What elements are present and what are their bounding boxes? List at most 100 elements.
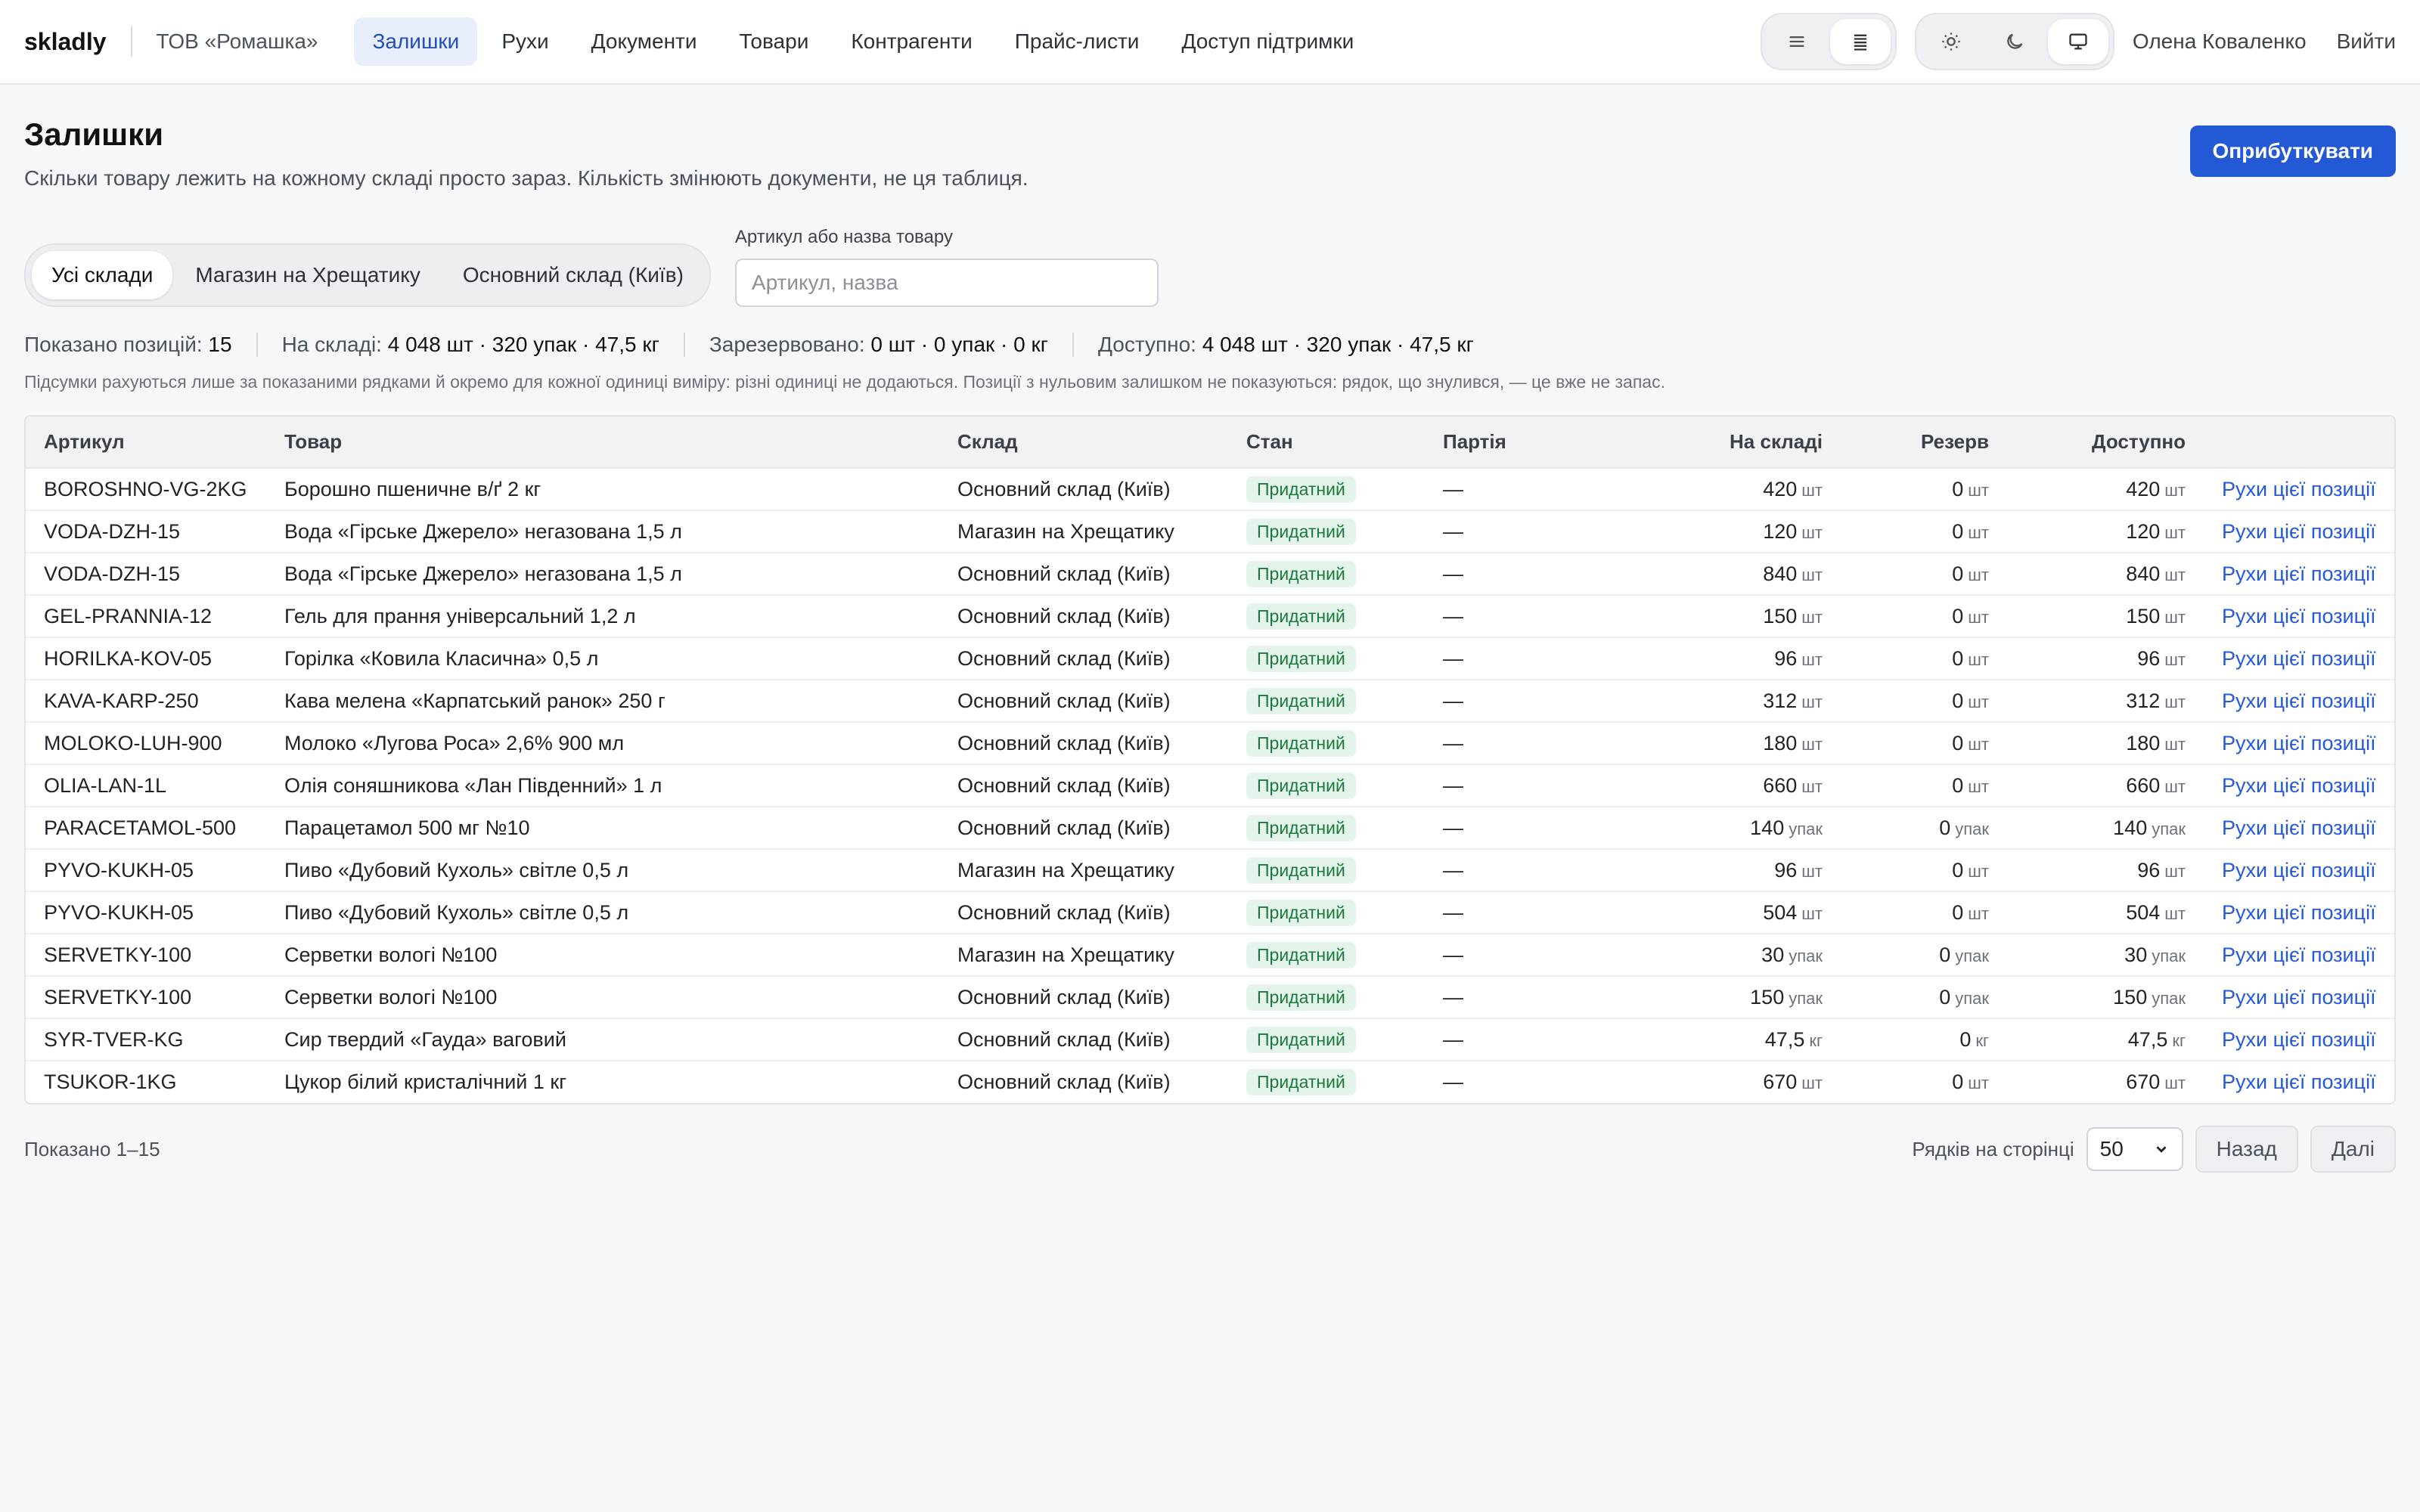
item-movements-link[interactable]: Рухи цієї позиції	[2222, 478, 2376, 500]
brand-logo[interactable]: skladly	[24, 28, 107, 56]
table-row: MOLOKO-LUH-900 Молоко «Лугова Роса» 2,6% …	[26, 722, 2394, 765]
available-cell: 180 шт	[2007, 722, 2204, 765]
state-cell: Придатний	[1228, 722, 1425, 765]
item-movements-link[interactable]: Рухи цієї позиції	[2222, 774, 2376, 797]
divider	[683, 333, 685, 357]
status-badge: Придатний	[1246, 645, 1356, 672]
receive-goods-button[interactable]: Оприбуткувати	[2189, 125, 2396, 177]
table-row: TSUKOR-1KG Цукор білий кристалічний 1 кг О…	[26, 1061, 2394, 1103]
state-cell: Придатний	[1228, 637, 1425, 680]
column-header-reserve[interactable]: Резерв	[1841, 417, 2007, 469]
system-theme-button[interactable]	[2047, 19, 2108, 64]
reserve-cell: 0 шт	[1841, 722, 2007, 765]
reserve-cell: 0 упак	[1841, 934, 2007, 977]
page-header: Залишки Скільки товару лежить на кожному…	[24, 85, 2396, 191]
column-header-state[interactable]: Стан	[1228, 417, 1425, 469]
in-stock-value: 660	[1763, 773, 1798, 797]
warehouse-cell: Основний склад (Київ)	[939, 553, 1228, 596]
nav-item-support-access[interactable]: Доступ підтримки	[1163, 17, 1372, 66]
batch-cell: —	[1425, 595, 1614, 638]
sun-icon	[1942, 33, 1960, 51]
tab-main-warehouse-kyiv[interactable]: Основний склад (Київ)	[443, 251, 703, 299]
nav-item-products[interactable]: Товари	[721, 17, 827, 66]
item-movements-link[interactable]: Рухи цієї позиції	[2222, 943, 2376, 966]
reserve-value: 0	[1939, 985, 1951, 1009]
nav-item-counterparties[interactable]: Контрагенти	[833, 17, 990, 66]
stock-table: Артикул Товар Склад Стан Партія На склад…	[24, 415, 2396, 1105]
column-header-sku[interactable]: Артикул	[26, 417, 266, 469]
table-row: PYVO-KUKH-05 Пиво «Дубовий Кухоль» світле…	[26, 849, 2394, 892]
reserve-value: 0	[1952, 562, 1964, 585]
unit-label: шт	[1968, 522, 1989, 542]
nav-item-stock[interactable]: Залишки	[354, 17, 478, 66]
column-header-product[interactable]: Товар	[266, 417, 939, 469]
rows-per-page-label: Рядків на сторінці	[1912, 1137, 2074, 1160]
item-movements-link[interactable]: Рухи цієї позиції	[2222, 689, 2376, 712]
state-cell: Придатний	[1228, 1061, 1425, 1103]
divider	[1072, 333, 1074, 357]
tab-khreshchatyk-store[interactable]: Магазин на Хрещатику	[175, 251, 439, 299]
item-movements-link[interactable]: Рухи цієї позиції	[2222, 1070, 2376, 1093]
reserve-value: 0	[1952, 604, 1964, 627]
list-view-button[interactable]	[1767, 19, 1827, 64]
unit-label: упак	[2152, 946, 2186, 965]
state-cell: Придатний	[1228, 891, 1425, 934]
column-header-warehouse[interactable]: Склад	[939, 417, 1228, 469]
logout-button[interactable]: Вийти	[2337, 29, 2396, 54]
in-stock-cell: 312 шт	[1614, 680, 1841, 723]
in-stock-cell: 670 шт	[1614, 1061, 1841, 1103]
column-header-available[interactable]: Доступно	[2007, 417, 2204, 469]
list-icon	[1789, 36, 1804, 47]
item-movements-link[interactable]: Рухи цієї позиції	[2222, 901, 2376, 924]
item-movements-link[interactable]: Рухи цієї позиції	[2222, 859, 2376, 881]
item-movements-link[interactable]: Рухи цієї позиції	[2222, 1028, 2376, 1051]
column-header-in-stock[interactable]: На складі	[1614, 417, 1841, 469]
reserve-value: 0	[1952, 773, 1964, 797]
reserve-cell: 0 шт	[1841, 764, 2007, 807]
light-theme-button[interactable]	[1921, 19, 1981, 64]
item-movements-link[interactable]: Рухи цієї позиції	[2222, 647, 2376, 670]
organization-name[interactable]: ТОВ «Ромашка»	[157, 29, 318, 54]
available-value: 660	[2126, 773, 2161, 797]
next-page-button[interactable]: Далі	[2310, 1126, 2396, 1173]
sku-cell: PYVO-KUKH-05	[26, 849, 266, 892]
unit-label: шт	[2164, 861, 2186, 881]
main-nav: Залишки Рухи Документи Товари Контрагент…	[354, 17, 1372, 66]
reserve-value: 0	[1952, 477, 1964, 500]
rows-per-page-select[interactable]: 50	[2086, 1127, 2183, 1171]
table-row: HORILKA-KOV-05 Горілка «Ковила Класична» …	[26, 637, 2394, 680]
unit-label: упак	[1789, 988, 1823, 1008]
tab-all-warehouses[interactable]: Усі склади	[32, 251, 173, 299]
dark-theme-button[interactable]	[1984, 19, 2045, 64]
previous-page-button[interactable]: Назад	[2195, 1126, 2298, 1173]
available-cell: 47,5 кг	[2007, 1018, 2204, 1061]
search-field-group: Артикул або назва товару	[734, 227, 1159, 307]
status-badge: Придатний	[1246, 814, 1356, 841]
actions-cell: Рухи цієї позиції	[2204, 553, 2394, 596]
item-movements-link[interactable]: Рухи цієї позиції	[2222, 605, 2376, 627]
unit-label: шт	[2164, 734, 2186, 754]
sku-cell: KAVA-KARP-250	[26, 680, 266, 723]
dense-view-button[interactable]	[1829, 19, 1891, 64]
item-movements-link[interactable]: Рухи цієї позиції	[2222, 986, 2376, 1009]
dense-list-icon	[1854, 34, 1867, 51]
in-stock-value: 670	[1763, 1070, 1798, 1093]
column-header-batch[interactable]: Партія	[1425, 417, 1614, 469]
page-title: Залишки	[24, 116, 164, 152]
available-cell: 420 шт	[2007, 468, 2204, 511]
item-movements-link[interactable]: Рухи цієї позиції	[2222, 520, 2376, 543]
state-cell: Придатний	[1228, 680, 1425, 723]
state-cell: Придатний	[1228, 934, 1425, 977]
main-content: Залишки Скільки товару лежить на кожному…	[0, 85, 2420, 1173]
item-movements-link[interactable]: Рухи цієї позиції	[2222, 732, 2376, 754]
reserve-value: 0	[1952, 731, 1964, 754]
item-movements-link[interactable]: Рухи цієї позиції	[2222, 816, 2376, 839]
available-total-value: 4 048 шт · 320 упак · 47,5 кг	[1202, 333, 1474, 356]
nav-item-movements[interactable]: Рухи	[483, 17, 566, 66]
nav-item-documents[interactable]: Документи	[573, 17, 715, 66]
table-row: OLIA-LAN-1L Олія соняшникова «Лан Південн…	[26, 764, 2394, 807]
user-name[interactable]: Олена Коваленко	[2133, 29, 2307, 54]
item-movements-link[interactable]: Рухи цієї позиції	[2222, 562, 2376, 585]
search-input[interactable]	[734, 259, 1159, 307]
nav-item-price-lists[interactable]: Прайс-листи	[997, 17, 1158, 66]
